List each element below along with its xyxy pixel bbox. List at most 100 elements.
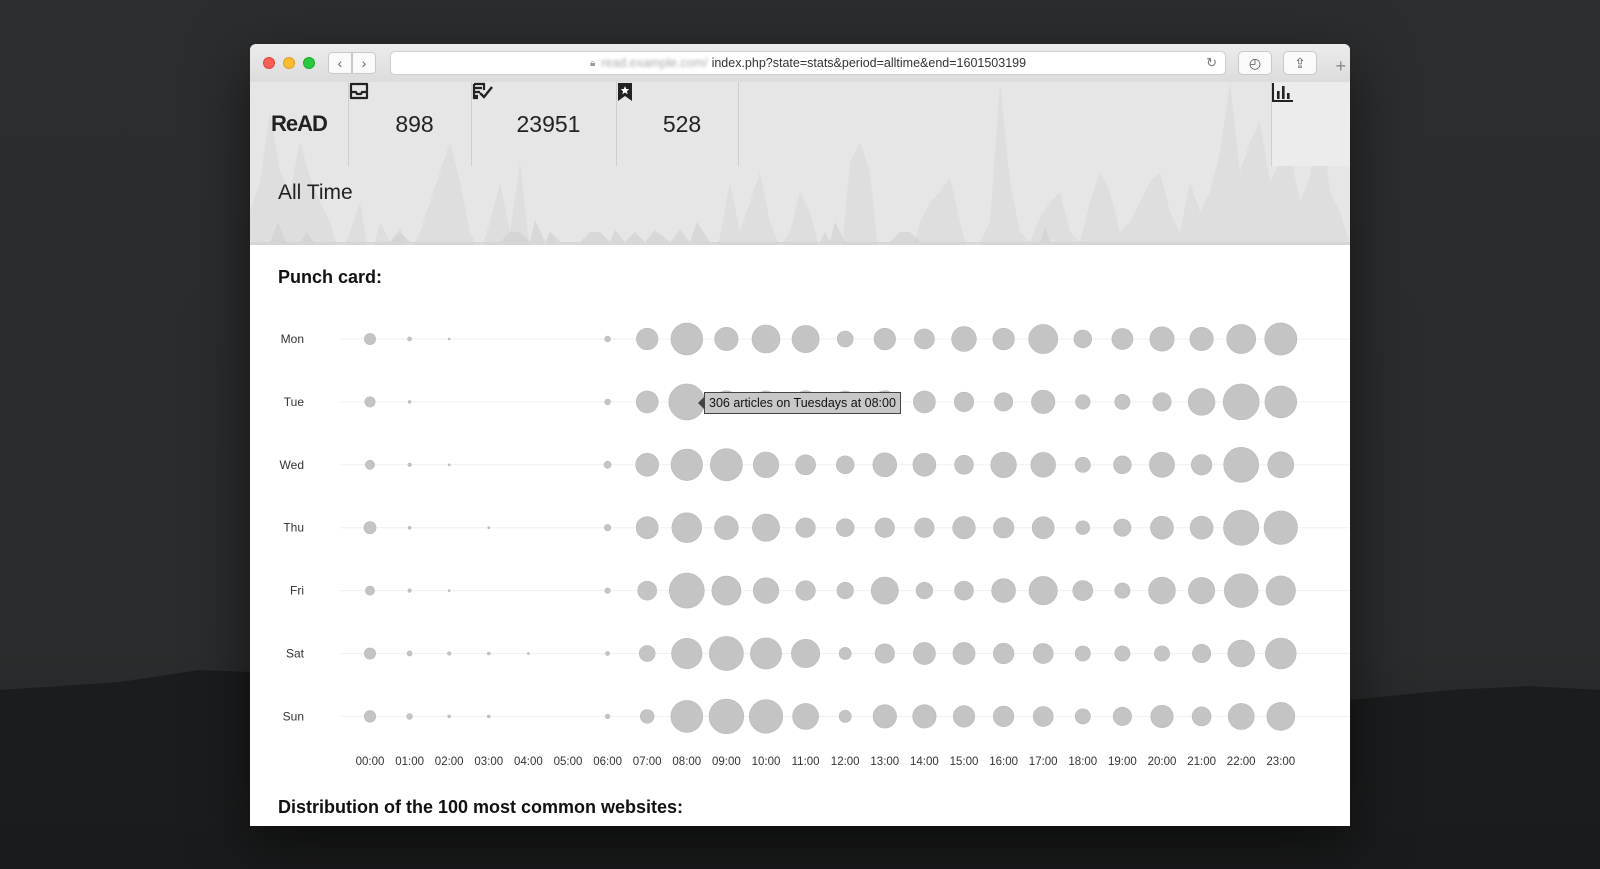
punch-card-bubble[interactable] <box>1028 576 1058 606</box>
punch-card-bubble[interactable] <box>912 452 937 477</box>
punch-card-bubble[interactable] <box>668 572 705 609</box>
punch-card-bubble[interactable] <box>1072 580 1094 601</box>
punch-card-bubble[interactable] <box>364 333 376 345</box>
punch-card-bubble[interactable] <box>407 336 412 342</box>
punch-card-bubble[interactable] <box>836 582 854 600</box>
punch-card-bubble[interactable] <box>1149 451 1175 478</box>
forward-button[interactable]: › <box>352 52 376 74</box>
punch-card-bubble[interactable] <box>1074 708 1091 725</box>
punch-card-bubble[interactable] <box>1227 703 1255 730</box>
punch-card-bubble[interactable] <box>835 518 855 537</box>
punch-card-bubble[interactable] <box>913 642 936 665</box>
punch-card-bubble[interactable] <box>1222 383 1260 421</box>
new-tab-button[interactable]: + <box>1335 56 1346 77</box>
punch-card-bubble[interactable] <box>870 576 899 605</box>
close-window-button[interactable] <box>263 57 275 69</box>
punch-card-bubble[interactable] <box>1030 452 1056 478</box>
punch-card-bubble[interactable] <box>1073 329 1093 349</box>
punch-card-bubble[interactable] <box>637 580 657 601</box>
punch-card-bubble[interactable] <box>711 575 742 606</box>
punch-card-bubble[interactable] <box>635 516 659 540</box>
punch-card-bubble[interactable] <box>914 328 935 350</box>
punch-card-bubble[interactable] <box>1074 645 1091 662</box>
punch-card-bubble[interactable] <box>912 704 937 729</box>
punch-card-bubble[interactable] <box>1226 324 1257 354</box>
punch-card-bubble[interactable] <box>1028 324 1059 354</box>
punch-card-bubble[interactable] <box>1111 328 1134 350</box>
punch-card-bubble[interactable] <box>1191 454 1213 476</box>
punch-card-bubble[interactable] <box>791 639 821 668</box>
reload-icon[interactable]: ↻ <box>1206 55 1217 71</box>
punch-card-bubble[interactable] <box>1264 385 1298 419</box>
punch-card-bubble[interactable] <box>913 390 936 414</box>
punch-card-bubble[interactable] <box>1191 706 1212 727</box>
punch-card-bubble[interactable] <box>1189 515 1214 540</box>
punch-card-bubble[interactable] <box>639 709 655 724</box>
punch-card-bubble[interactable] <box>1150 704 1174 728</box>
punch-card-bubble[interactable] <box>838 710 852 723</box>
punch-card-bubble[interactable] <box>407 462 412 467</box>
punch-card-bubble[interactable] <box>487 651 491 656</box>
unread-articles-tab[interactable]: 898 <box>349 82 472 166</box>
punch-card-bubble[interactable] <box>527 652 530 655</box>
punch-card-bubble[interactable] <box>1267 451 1295 479</box>
punch-card-bubble[interactable] <box>447 714 451 719</box>
share-button[interactable]: ⇪ <box>1283 51 1317 75</box>
punch-card-bubble[interactable] <box>406 713 413 720</box>
punch-card-bubble[interactable] <box>363 521 377 535</box>
punch-card-bubble[interactable] <box>1265 637 1297 670</box>
punch-card-bubble[interactable] <box>1031 389 1056 414</box>
punch-card-bubble[interactable] <box>365 459 375 470</box>
punch-card-bubble[interactable] <box>487 714 491 719</box>
history-button[interactable]: ◴ <box>1238 51 1272 75</box>
punch-card-bubble[interactable] <box>836 330 854 348</box>
punch-card-bubble[interactable] <box>952 516 976 540</box>
punch-card-bubble[interactable] <box>952 705 976 728</box>
punch-card-bubble[interactable] <box>752 451 780 478</box>
punch-card-bubble[interactable] <box>993 517 1015 539</box>
punch-card-bubble[interactable] <box>1075 520 1091 535</box>
punch-card-bubble[interactable] <box>1223 573 1259 608</box>
punch-card-bubble[interactable] <box>708 698 745 735</box>
punch-card-bubble[interactable] <box>1112 706 1132 726</box>
punch-card-bubble[interactable] <box>953 391 975 412</box>
punch-card-bubble[interactable] <box>714 326 739 352</box>
punch-card-bubble[interactable] <box>1189 326 1214 352</box>
back-button[interactable]: ‹ <box>328 52 352 74</box>
punch-card-bubble[interactable] <box>603 460 612 469</box>
punch-card-bubble[interactable] <box>364 647 376 660</box>
punch-card-bubble[interactable] <box>838 647 852 660</box>
punch-card-bubble[interactable] <box>994 392 1014 412</box>
punch-card-bubble[interactable] <box>750 637 782 670</box>
punch-card-bubble[interactable] <box>1154 645 1170 662</box>
punch-card-bubble[interactable] <box>604 587 611 594</box>
punch-card-bubble[interactable] <box>671 512 703 543</box>
punch-card-bubble[interactable] <box>1263 510 1298 545</box>
punch-card-bubble[interactable] <box>835 455 855 475</box>
punch-card-bubble[interactable] <box>990 451 1017 478</box>
app-logo[interactable]: ReAD <box>250 82 349 166</box>
punch-card-bubble[interactable] <box>604 713 611 720</box>
punch-card-bubble[interactable] <box>1032 706 1054 727</box>
punch-card-bubble[interactable] <box>1223 446 1260 483</box>
punch-card-bubble[interactable] <box>792 703 819 730</box>
punch-card-bubble[interactable] <box>709 448 743 482</box>
punch-card-bubble[interactable] <box>1264 322 1298 356</box>
punch-card-bubble[interactable] <box>1188 577 1216 605</box>
punch-card-bubble[interactable] <box>447 589 451 592</box>
punch-card-bubble[interactable] <box>407 525 412 530</box>
punch-card-bubble[interactable] <box>1113 518 1132 537</box>
punch-card-bubble[interactable] <box>487 526 491 530</box>
punch-card-bubble[interactable] <box>1265 575 1296 606</box>
punch-card-bubble[interactable] <box>914 517 935 538</box>
punch-card-bubble[interactable] <box>638 645 656 662</box>
address-bar[interactable]: 🔒︎ read.example.com/ index.php?state=sta… <box>390 51 1226 75</box>
punch-card-bubble[interactable] <box>993 642 1015 665</box>
punch-card-bubble[interactable] <box>363 710 377 723</box>
punch-card-bubble[interactable] <box>991 578 1016 603</box>
punch-card-bubble[interactable] <box>915 582 933 600</box>
punch-card-bubble[interactable] <box>954 455 974 475</box>
zoom-window-button[interactable] <box>303 57 315 69</box>
minimize-window-button[interactable] <box>283 57 295 69</box>
punch-card-bubble[interactable] <box>604 335 611 343</box>
